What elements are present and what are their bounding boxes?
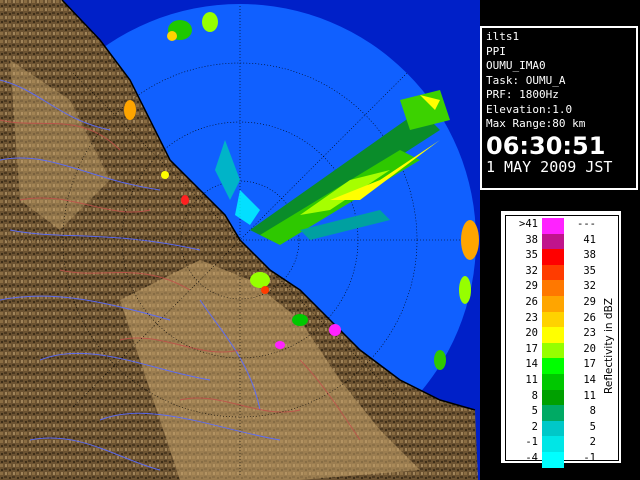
scan-info-panel: ilts1 PPI OUMU_IMA0 Task: OUMU_A PRF: 18… — [480, 26, 638, 190]
legend-swatch — [542, 436, 564, 452]
legend-min: 35 — [525, 249, 538, 262]
elevation-value: Elevation:1.0 — [486, 102, 573, 116]
legend-max: 14 — [583, 374, 596, 386]
reflectivity-legend: >41 --- 38 41 35 38 32 35 29 32 26 29 23 26 20 23 17 20 14… — [500, 210, 622, 468]
legend-swatch — [542, 311, 564, 328]
legend-min: 17 — [525, 342, 538, 355]
legend-min: -1 — [525, 436, 538, 449]
legend-row: 35 38 — [506, 249, 618, 265]
scan-mode: PPI — [486, 44, 506, 58]
legend-max: 32 — [583, 280, 596, 293]
legend-max: 11 — [583, 389, 596, 402]
scan-time: 06:30:51 — [486, 131, 606, 160]
legend-max: 29 — [583, 296, 596, 308]
legend-min: 32 — [525, 264, 538, 277]
legend-min: >41 — [519, 218, 538, 230]
legend-swatch — [542, 374, 564, 390]
legend-swatch — [542, 358, 564, 374]
legend-swatch — [542, 327, 564, 343]
legend-swatch — [542, 342, 564, 359]
legend-max: 20 — [583, 342, 596, 355]
legend-row: >41 --- — [506, 218, 618, 234]
legend-min: 29 — [525, 280, 538, 293]
radar-id: ilts1 — [486, 30, 520, 43]
legend-max: 8 — [589, 405, 596, 418]
legend-row: 38 41 — [506, 233, 618, 250]
legend-min: 38 — [525, 233, 538, 246]
legend-max: 26 — [583, 311, 596, 324]
legend-swatch — [542, 233, 564, 250]
legend-swatch — [542, 264, 564, 281]
prf-value: PRF: 1800Hz — [486, 88, 559, 101]
legend-max: 35 — [583, 264, 596, 277]
legend-min: 26 — [525, 296, 538, 308]
legend-swatch — [542, 249, 564, 265]
legend-max: 17 — [583, 358, 596, 371]
legend-swatch — [542, 405, 564, 421]
task-name: Task: OUMU_A — [486, 73, 566, 87]
legend-min: 5 — [531, 405, 538, 418]
legend-max: -1 — [583, 452, 596, 464]
legend-min: -4 — [525, 452, 538, 464]
legend-min: 2 — [531, 420, 538, 433]
legend-max: --- — [577, 218, 596, 230]
legend-max: 2 — [589, 436, 596, 449]
legend-swatch — [542, 218, 564, 234]
legend-max: 41 — [583, 233, 596, 246]
legend-swatch — [542, 389, 564, 406]
legend-swatch — [542, 296, 564, 312]
legend-min: 11 — [525, 374, 538, 386]
legend-max: 5 — [589, 420, 596, 433]
legend-min: 14 — [525, 358, 538, 371]
legend-unit-label: Reflectivity in dBZ — [603, 298, 615, 394]
legend-min: 20 — [525, 327, 538, 340]
legend-max: 23 — [583, 327, 596, 340]
legend-min: 23 — [525, 311, 538, 324]
scan-date: 1 MAY 2009 JST — [486, 157, 613, 176]
product-name: OUMU_IMA0 — [486, 59, 546, 72]
legend-swatch — [542, 420, 564, 437]
legend-swatch — [542, 452, 564, 468]
legend-row: -4 -1 — [506, 452, 618, 468]
legend-max: 38 — [583, 249, 596, 262]
legend-swatch — [542, 280, 564, 296]
max-range-value: Max Range:80 km — [486, 117, 586, 130]
legend-min: 8 — [531, 389, 538, 402]
legend-row: -1 2 — [506, 436, 618, 452]
legend-scale: >41 --- 38 41 35 38 32 35 29 32 26 29 23 26 20 23 17 20 14… — [505, 215, 619, 468]
